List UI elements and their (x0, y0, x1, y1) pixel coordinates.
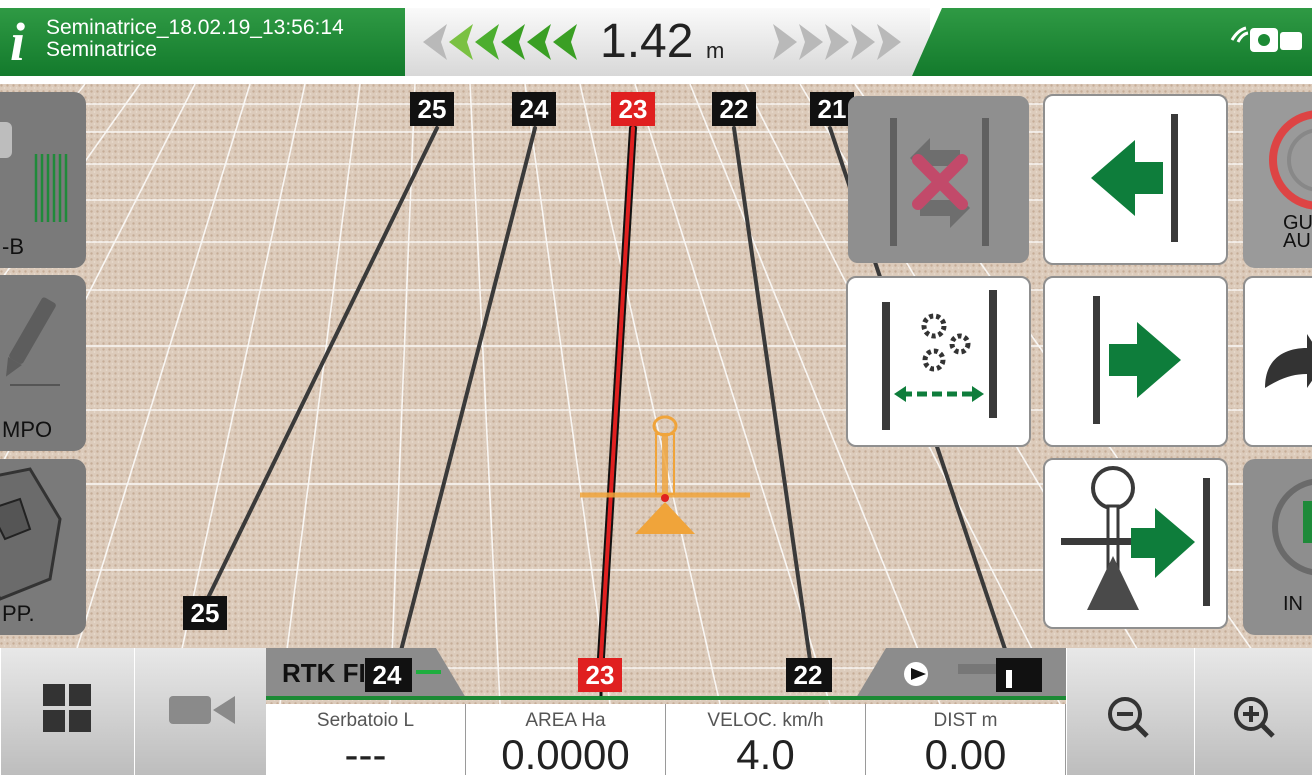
map-button[interactable]: PP. (0, 459, 86, 635)
session-info: Seminatrice_18.02.19_13:56:14 Seminatric… (46, 17, 344, 61)
swath-label-24: 24 (512, 92, 556, 126)
swath-settings-button[interactable] (846, 276, 1031, 447)
cancel-shift-icon (890, 118, 989, 246)
swath-label-22-near: 22 (786, 658, 830, 692)
map-label: PP. (2, 601, 35, 626)
top-bar: i Seminatrice_18.02.19_13:56:14 Seminatr… (0, 0, 1312, 84)
zoom-in-button[interactable] (1194, 648, 1312, 775)
speed-cell[interactable]: VELOC. km/h 4.0 (666, 704, 866, 775)
tank-label: Serbatoio L (316, 710, 415, 731)
tank-cell[interactable]: Serbatoio L --- (266, 704, 466, 775)
gears-width-icon (882, 290, 997, 430)
distance-value: 0.00 (924, 731, 1007, 775)
swath-label-22: 22 (712, 92, 756, 126)
area-value: 0.0000 (501, 731, 630, 775)
swath-label-25-near: 25 (183, 596, 227, 630)
deviation-value: 1.42 (600, 15, 694, 68)
zoom-out-icon (1108, 697, 1149, 738)
info-button[interactable]: IN (1243, 459, 1312, 635)
right-arrows-icon (773, 24, 901, 60)
align-vehicle-button[interactable] (1043, 458, 1228, 629)
tank-value: --- (344, 731, 387, 775)
field-label: MPO (2, 417, 53, 442)
ab-line-button[interactable]: -B (0, 92, 86, 268)
swath-label-25: 25 (410, 92, 454, 126)
cancel-shift-button[interactable] (848, 96, 1029, 263)
zoom-out-button[interactable] (1066, 648, 1194, 775)
left-arrows-icon (423, 24, 577, 60)
camera-icon (169, 696, 235, 724)
zoom-in-icon (1234, 697, 1275, 738)
area-cell[interactable]: AREA Ha 0.0000 (466, 704, 666, 775)
bottom-bar: RTK FIX 24 23 22 Serbatoio L --- AREA Ha… (0, 648, 1312, 775)
implement-name: Seminatrice (46, 38, 157, 61)
field-button[interactable]: MPO (0, 275, 86, 451)
area-label: AREA Ha (525, 710, 606, 731)
distance-cell[interactable]: DIST m 0.00 (866, 704, 1066, 775)
speed-label: VELOC. km/h (707, 710, 824, 731)
distance-label: DIST m (933, 710, 998, 731)
session-name: Seminatrice_18.02.19_13:56:14 (46, 16, 344, 39)
field-map[interactable]: 25 24 23 22 21 25 -B MPO PP. GU AU IN (0, 84, 1312, 704)
shift-line-left-button[interactable] (1043, 94, 1228, 265)
camera-button[interactable] (134, 648, 266, 775)
info-label: IN (1283, 593, 1303, 615)
ab-line-label: -B (2, 234, 24, 259)
menu-button[interactable] (0, 648, 134, 775)
turn-button[interactable] (1243, 276, 1312, 447)
info-icon[interactable]: i (10, 14, 25, 70)
arrow-left-icon (1091, 114, 1178, 242)
speed-value: 4.0 (736, 731, 795, 775)
auto-guide-button[interactable]: GU AU (1243, 92, 1312, 268)
vehicle-align-icon (1061, 466, 1210, 610)
guidance-screen: 25 24 23 22 21 25 -B MPO PP. GU AU IN i … (0, 0, 1312, 775)
auto-guide-label-2: AU (1283, 230, 1311, 252)
grid-menu-icon (43, 684, 91, 732)
swath-label-24-near: 24 (365, 658, 409, 692)
swath-label-23-near: 23 (578, 658, 622, 692)
deviation-unit: m (706, 38, 725, 63)
swath-label-23-active: 23 (611, 92, 655, 126)
turn-arrow-icon (1265, 334, 1312, 388)
shift-line-right-button[interactable] (1043, 276, 1228, 447)
arrow-right-icon (1093, 296, 1181, 424)
satellite-signal-icon (1230, 26, 1302, 52)
